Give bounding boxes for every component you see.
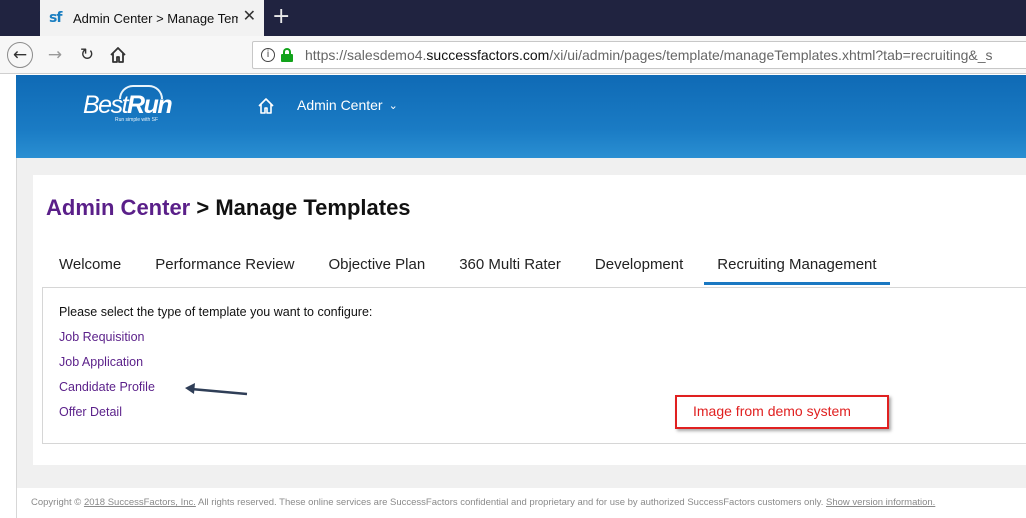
footer-version-link[interactable]: Show version information. (826, 497, 935, 508)
tab-development[interactable]: Development (582, 251, 696, 285)
tab-360-multi-rater[interactable]: 360 Multi Rater (446, 251, 574, 285)
url-domain: successfactors.com (426, 47, 550, 63)
logo-arc (119, 85, 163, 99)
home-icon[interactable] (105, 42, 131, 68)
sf-favicon-icon: sf (49, 10, 62, 26)
footer-text: All rights reserved. These online servic… (195, 497, 827, 508)
breadcrumb-separator: > (190, 195, 216, 220)
lock-icon[interactable] (281, 48, 293, 62)
chevron-down-icon: ⌄ (388, 98, 398, 112)
home-icon[interactable] (257, 97, 275, 115)
link-job-application[interactable]: Job Application (59, 355, 143, 369)
url-prefix: https://salesdemo4. (305, 47, 427, 63)
template-type-panel: Please select the type of template you w… (42, 287, 1026, 444)
browser-tab-title: Admin Center > Manage Templ (73, 10, 238, 26)
tab-performance-review[interactable]: Performance Review (142, 251, 307, 285)
footer-company-link[interactable]: 2018 SuccessFactors, Inc. (84, 497, 196, 508)
address-bar[interactable]: i https://salesdemo4.successfactors.com/… (252, 41, 1026, 69)
browser-tab-bar: sf Admin Center > Manage Templ ✕ + (0, 0, 1026, 36)
plus-icon[interactable]: + (272, 4, 290, 30)
manage-templates-card: Admin Center > Manage Templates Welcome … (33, 175, 1026, 465)
back-arrow-icon[interactable]: ← (7, 42, 33, 68)
url-text[interactable]: https://salesdemo4.successfactors.com/xi… (305, 47, 993, 63)
info-icon[interactable]: i (261, 48, 275, 62)
footer: Copyright © 2018 SuccessFactors, Inc. Al… (31, 497, 1026, 508)
app-header: BestRun Run simple with SF Admin Center … (16, 75, 1026, 158)
template-prompt: Please select the type of template you w… (59, 305, 373, 319)
page-title-text: Manage Templates (215, 195, 411, 220)
template-tabs: Welcome Performance Review Objective Pla… (46, 251, 890, 285)
breadcrumb-admin-center[interactable]: Admin Center (46, 195, 190, 220)
url-path: /xi/ui/admin/pages/template/manageTempla… (549, 47, 993, 63)
admin-center-menu[interactable]: Admin Center ⌄ (297, 97, 398, 113)
link-candidate-profile[interactable]: Candidate Profile (59, 380, 155, 394)
tab-objective-plan[interactable]: Objective Plan (315, 251, 438, 285)
browser-tab[interactable]: sf Admin Center > Manage Templ ✕ (40, 0, 264, 36)
tab-recruiting-management[interactable]: Recruiting Management (704, 251, 890, 285)
footer-prefix: Copyright © (31, 497, 84, 508)
browser-nav-bar: ← → ↻ i https://salesdemo4.successfactor… (0, 36, 1026, 74)
admin-center-menu-label: Admin Center (297, 97, 383, 113)
close-icon[interactable]: ✕ (243, 8, 256, 26)
reload-icon[interactable]: ↻ (74, 42, 100, 68)
link-job-requisition[interactable]: Job Requisition (59, 330, 144, 344)
forward-arrow-icon[interactable]: → (42, 42, 68, 68)
arrow-pointer-icon (185, 383, 248, 396)
bestrun-logo[interactable]: BestRun Run simple with SF (83, 85, 173, 123)
page-title: Admin Center > Manage Templates (46, 195, 411, 221)
tab-welcome[interactable]: Welcome (46, 251, 134, 285)
link-offer-detail[interactable]: Offer Detail (59, 405, 122, 419)
demo-system-callout: Image from demo system (675, 395, 889, 429)
